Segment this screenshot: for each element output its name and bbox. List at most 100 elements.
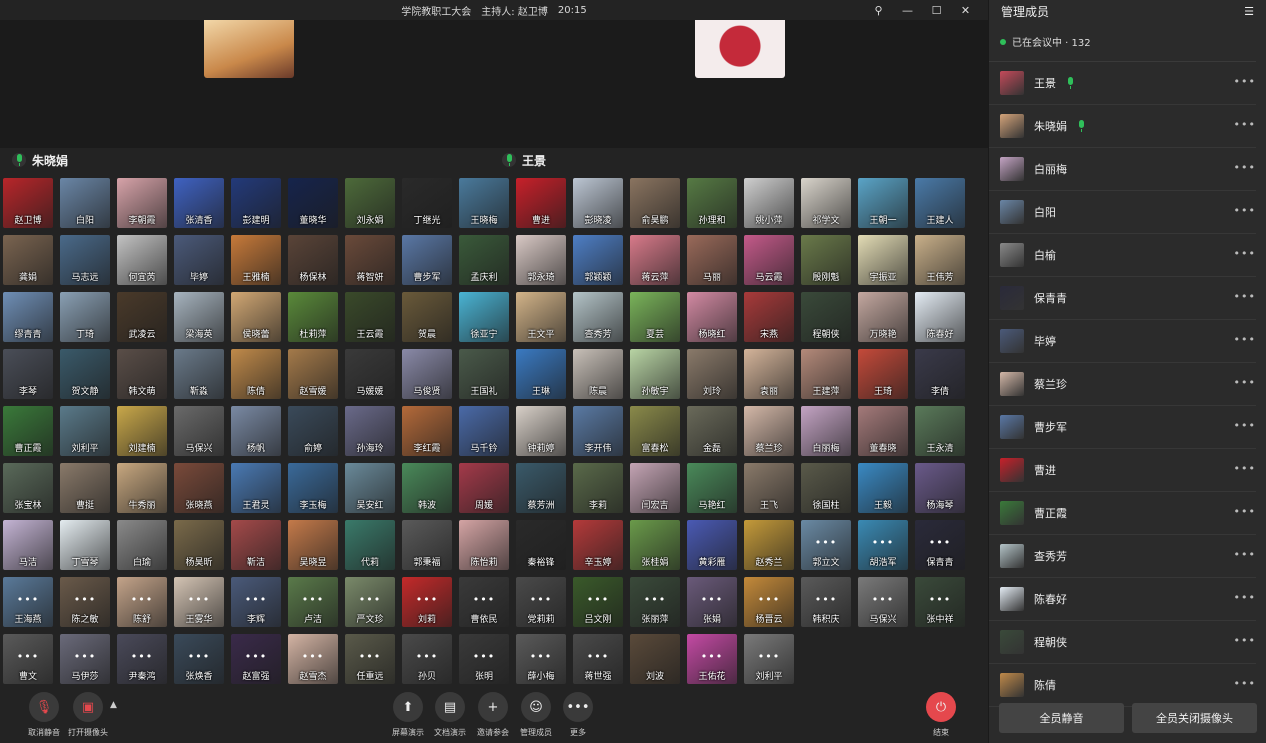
- participant-tile[interactable]: ••• 张焕香: [174, 634, 224, 684]
- participant-tile[interactable]: ••• 卢洁: [288, 577, 338, 627]
- participant-tile[interactable]: 马丽: [687, 235, 737, 285]
- member-more-icon[interactable]: •••: [1234, 548, 1256, 561]
- participant-tile[interactable]: ••• 郭立文: [801, 520, 851, 570]
- participant-tile[interactable]: 曹步军: [402, 235, 452, 285]
- participant-tile[interactable]: 毕婷: [174, 235, 224, 285]
- participant-tile[interactable]: ••• 韩积庆: [801, 577, 851, 627]
- member-more-icon[interactable]: •••: [1234, 462, 1256, 475]
- member-row[interactable]: 程朝侠 •••: [989, 621, 1256, 664]
- participant-tile[interactable]: ••• 王雾华: [174, 577, 224, 627]
- participant-tile[interactable]: 王琳: [516, 349, 566, 399]
- member-row[interactable]: 曹正霞 •••: [989, 492, 1256, 535]
- participant-tile[interactable]: ••• 尹秦鸿: [117, 634, 167, 684]
- member-row[interactable]: 保青青 •••: [989, 277, 1256, 320]
- participant-tile[interactable]: 曹进: [516, 178, 566, 228]
- pin-icon[interactable]: ⚲: [864, 0, 893, 20]
- participant-tile[interactable]: 殷刚魁: [801, 235, 851, 285]
- participant-tile[interactable]: ••• 陈舒: [117, 577, 167, 627]
- member-more-icon[interactable]: •••: [1234, 505, 1256, 518]
- participant-tile[interactable]: 马洁: [3, 520, 53, 570]
- participant-tile[interactable]: 祁学文: [801, 178, 851, 228]
- end-meeting-button[interactable]: ⏻ 结束: [913, 692, 969, 738]
- participant-tile[interactable]: 陈春好: [915, 292, 965, 342]
- participant-tile[interactable]: ••• 马伊莎: [60, 634, 110, 684]
- speaker-video-1[interactable]: [204, 20, 294, 78]
- participant-tile[interactable]: 钟莉婷: [516, 406, 566, 456]
- participant-tile[interactable]: 郭颖颖: [573, 235, 623, 285]
- member-row[interactable]: 蔡兰珍 •••: [989, 363, 1256, 406]
- participant-tile[interactable]: 何宜芮: [117, 235, 167, 285]
- participant-tile[interactable]: ••• 马保兴: [858, 577, 908, 627]
- participant-tile[interactable]: 王文平: [516, 292, 566, 342]
- minimize-icon[interactable]: —: [893, 0, 922, 20]
- member-row[interactable]: 陈倩 •••: [989, 664, 1256, 707]
- participant-tile[interactable]: 孙敏宇: [630, 349, 680, 399]
- participant-tile[interactable]: 杨保林: [288, 235, 338, 285]
- participant-tile[interactable]: 白瑜: [117, 520, 167, 570]
- participant-tile[interactable]: 马俊贤: [402, 349, 452, 399]
- member-more-icon[interactable]: •••: [1234, 376, 1256, 389]
- participant-tile[interactable]: 武凌云: [117, 292, 167, 342]
- participant-tile[interactable]: 王国礼: [459, 349, 509, 399]
- participant-tile[interactable]: 查秀芳: [573, 292, 623, 342]
- participant-tile[interactable]: ••• 孙贝: [402, 634, 452, 684]
- participant-tile[interactable]: 王建萍: [801, 349, 851, 399]
- participant-tile[interactable]: 蒋云萍: [630, 235, 680, 285]
- participant-tile[interactable]: 金磊: [687, 406, 737, 456]
- member-more-icon[interactable]: •••: [1234, 75, 1256, 88]
- participant-tile[interactable]: ••• 任重远: [345, 634, 395, 684]
- participant-tile[interactable]: 俞婷: [288, 406, 338, 456]
- participant-tile[interactable]: ••• 赵雪杰: [288, 634, 338, 684]
- participant-tile[interactable]: ••• 保青青: [915, 520, 965, 570]
- participant-tile[interactable]: 孙海玲: [345, 406, 395, 456]
- member-row[interactable]: 白丽梅 •••: [989, 148, 1256, 191]
- participant-tile[interactable]: 马保兴: [174, 406, 224, 456]
- member-more-icon[interactable]: •••: [1234, 333, 1256, 346]
- participant-tile[interactable]: 王毅: [858, 463, 908, 513]
- participant-tile[interactable]: 李倩: [915, 349, 965, 399]
- more-button[interactable]: ••• 更多: [550, 692, 606, 738]
- member-row[interactable]: 曹进 •••: [989, 449, 1256, 492]
- participant-tile[interactable]: 董春晓: [858, 406, 908, 456]
- participant-tile[interactable]: 贺文静: [60, 349, 110, 399]
- participant-tile[interactable]: 夏芸: [630, 292, 680, 342]
- participant-tile[interactable]: ••• 薛小梅: [516, 634, 566, 684]
- participant-tile[interactable]: 姚小萍: [744, 178, 794, 228]
- participant-tile[interactable]: 韩波: [402, 463, 452, 513]
- participant-tile[interactable]: ••• 严文珍: [345, 577, 395, 627]
- participant-tile[interactable]: ••• 曹文: [3, 634, 53, 684]
- participant-tile[interactable]: 代莉: [345, 520, 395, 570]
- participant-tile[interactable]: 王永清: [915, 406, 965, 456]
- participant-tile[interactable]: ••• 张明: [459, 634, 509, 684]
- member-row[interactable]: 陈春好 •••: [989, 578, 1256, 621]
- participant-tile[interactable]: 曹挺: [60, 463, 110, 513]
- participant-tile[interactable]: 陈怡莉: [459, 520, 509, 570]
- member-more-icon[interactable]: •••: [1234, 419, 1256, 432]
- participant-tile[interactable]: 梁海英: [174, 292, 224, 342]
- participant-tile[interactable]: 刘利平: [60, 406, 110, 456]
- participant-tile[interactable]: 马媛媛: [345, 349, 395, 399]
- member-more-icon[interactable]: •••: [1234, 118, 1256, 131]
- member-row[interactable]: 毕婷 •••: [989, 320, 1256, 363]
- participant-tile[interactable]: ••• 刘莉: [402, 577, 452, 627]
- participant-tile[interactable]: 张清香: [174, 178, 224, 228]
- participant-tile[interactable]: 徐国柱: [801, 463, 851, 513]
- camera-button[interactable]: ▣ 打开摄像头: [60, 692, 116, 738]
- member-more-icon[interactable]: •••: [1234, 677, 1256, 690]
- participant-tile[interactable]: 李开伟: [573, 406, 623, 456]
- camera-options-chevron-icon[interactable]: ▲: [110, 700, 117, 710]
- participant-tile[interactable]: 韩文萌: [117, 349, 167, 399]
- member-more-icon[interactable]: •••: [1234, 591, 1256, 604]
- participant-tile[interactable]: 董晓华: [288, 178, 338, 228]
- participant-tile[interactable]: 张宝林: [3, 463, 53, 513]
- participant-tile[interactable]: 丁雪琴: [60, 520, 110, 570]
- participant-tile[interactable]: 张晓燕: [174, 463, 224, 513]
- participant-tile[interactable]: 王飞: [744, 463, 794, 513]
- participant-tile[interactable]: 郭秉福: [402, 520, 452, 570]
- participant-tile[interactable]: 郭永琦: [516, 235, 566, 285]
- participant-tile[interactable]: 刘玲: [687, 349, 737, 399]
- participant-tile[interactable]: ••• 蒋世强: [573, 634, 623, 684]
- participant-tile[interactable]: ••• 张中祥: [915, 577, 965, 627]
- participant-tile[interactable]: ••• 陈之敏: [60, 577, 110, 627]
- participant-tile[interactable]: 宋燕: [744, 292, 794, 342]
